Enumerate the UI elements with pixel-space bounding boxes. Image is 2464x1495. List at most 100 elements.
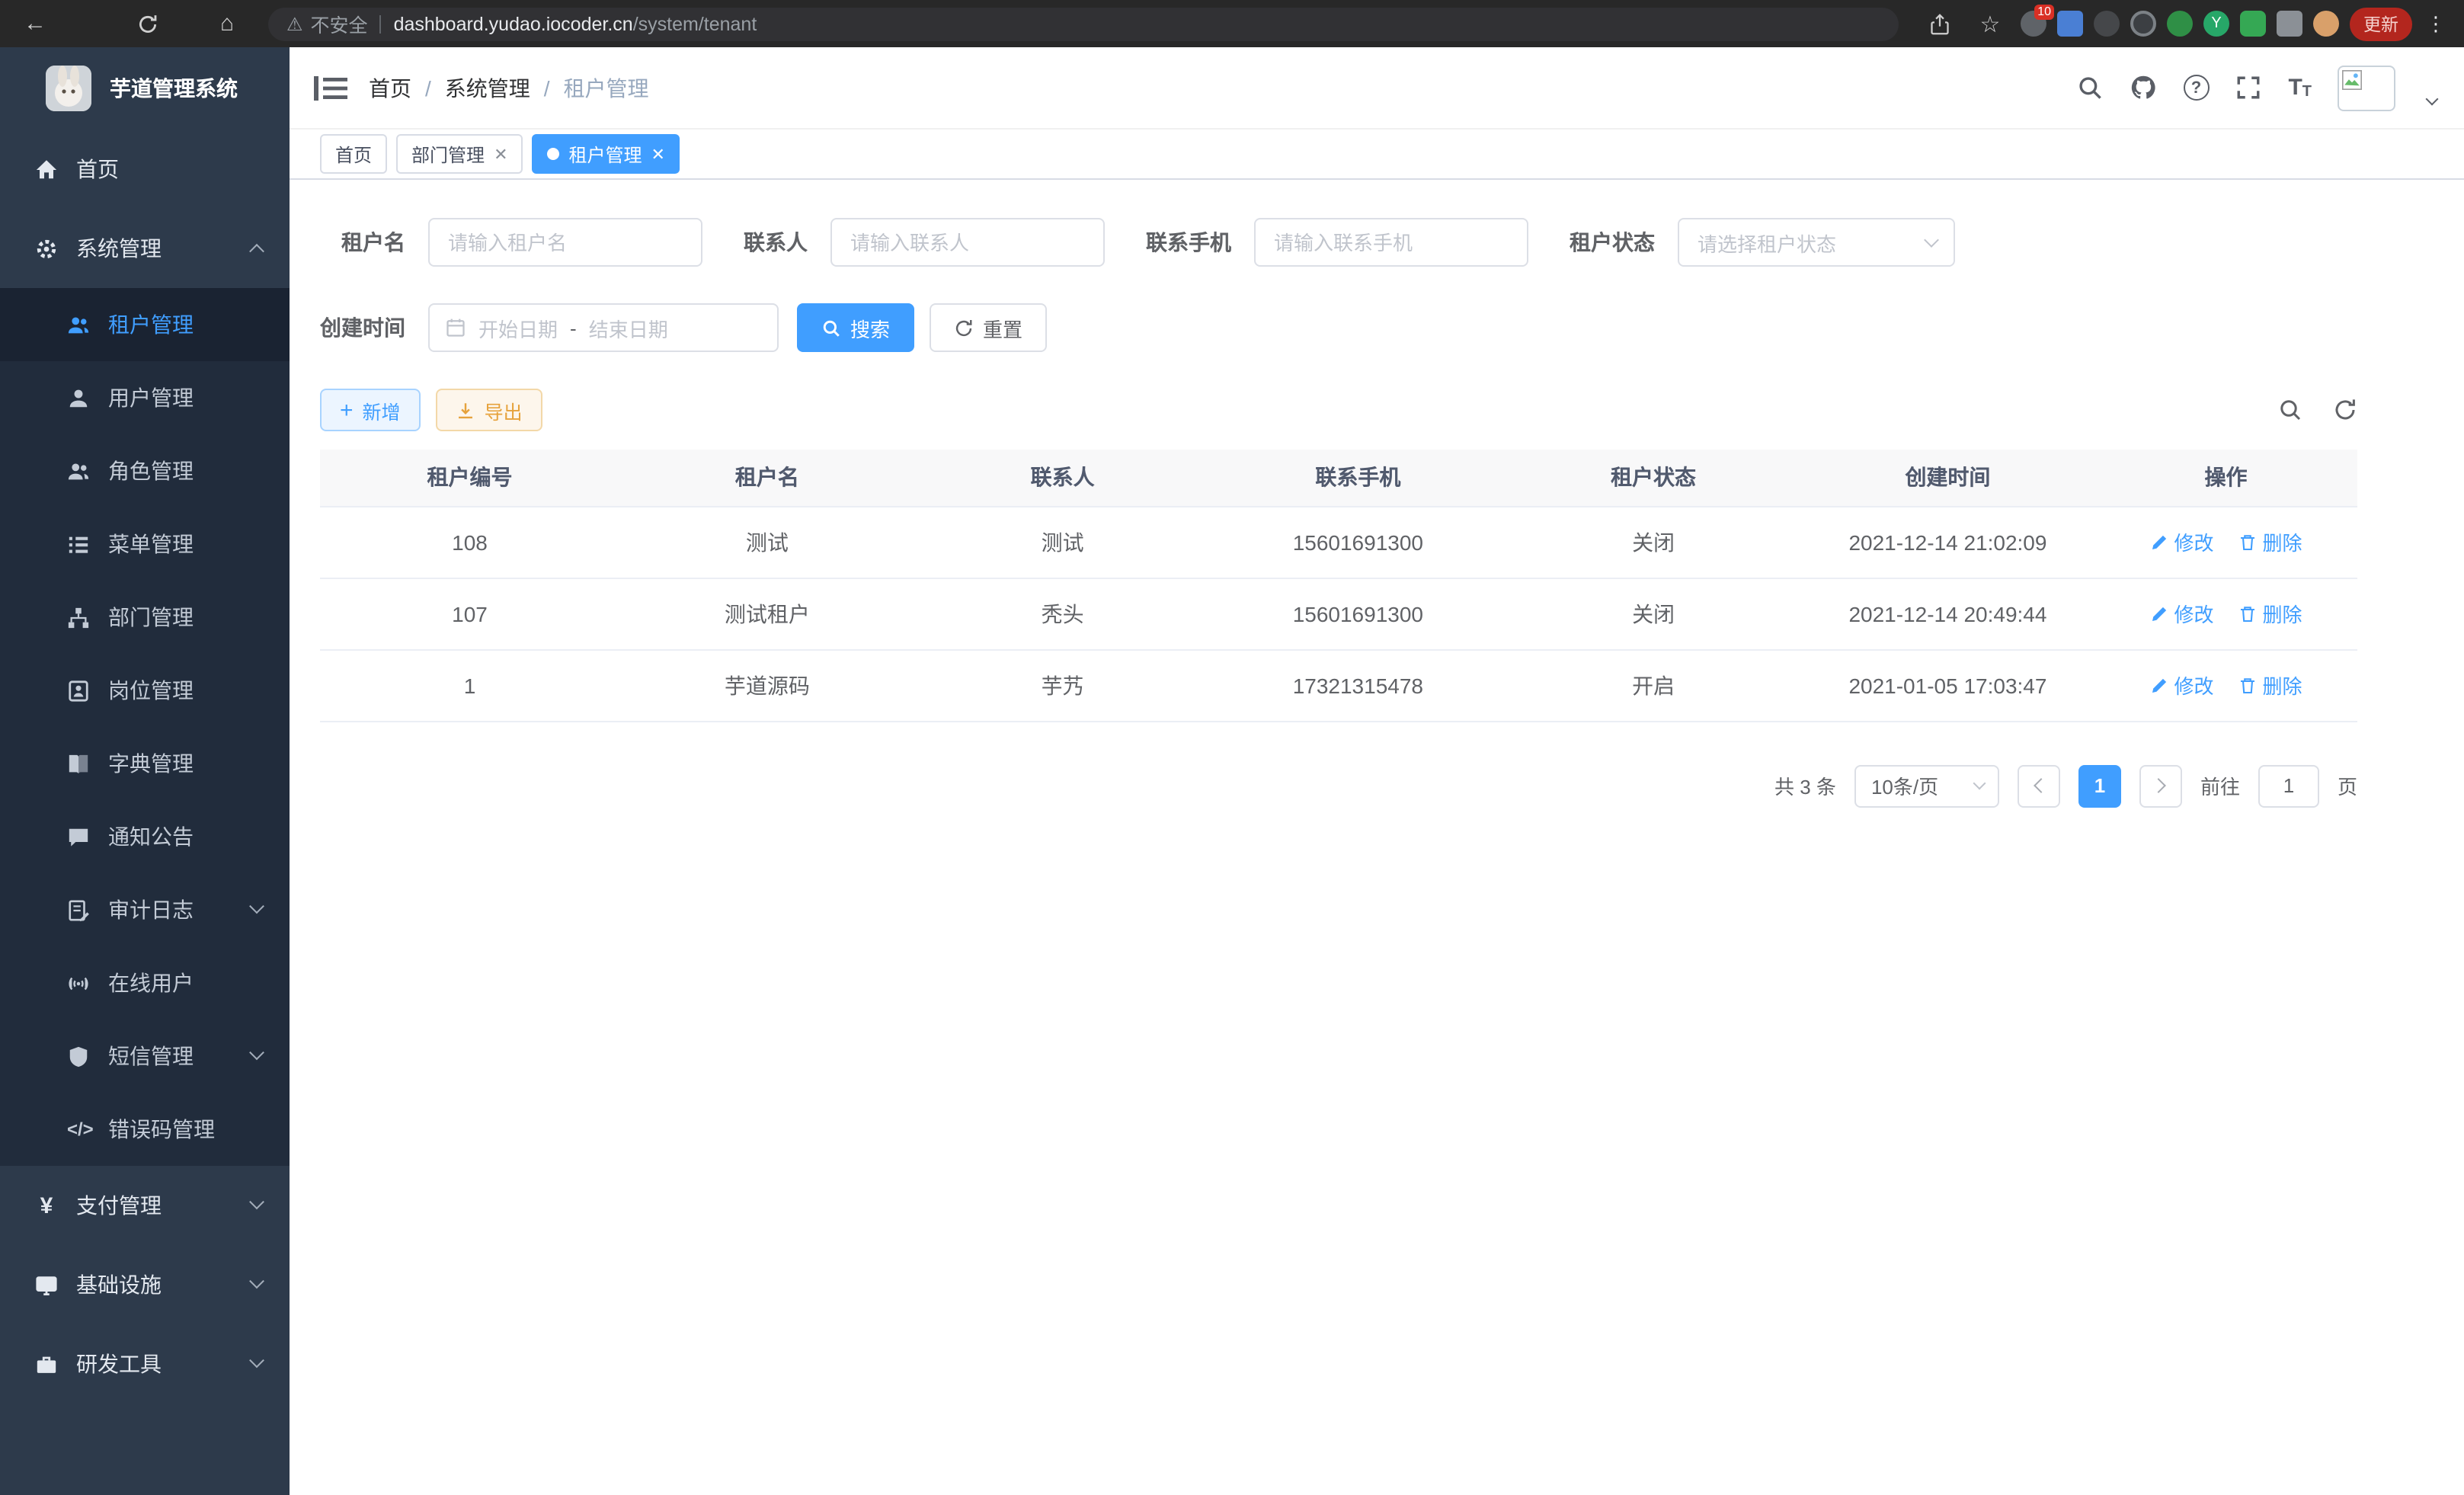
fullscreen-icon[interactable] — [2235, 74, 2262, 101]
edit-icon — [2149, 533, 2168, 551]
cell-contact: 芋艿 — [915, 649, 1211, 721]
refresh-icon — [954, 318, 974, 338]
contact-input[interactable] — [830, 218, 1105, 267]
browser-home-icon[interactable]: ⌂ — [207, 5, 247, 42]
profile-avatar-icon[interactable] — [2313, 11, 2339, 37]
cell-tenant-name: 芋道源码 — [619, 649, 915, 721]
sidebar-item-label: 岗位管理 — [108, 675, 194, 706]
tab-dept[interactable]: 部门管理 ✕ — [396, 134, 523, 174]
sidebar-item-notice[interactable]: 通知公告 — [0, 800, 290, 873]
breadcrumb-home[interactable]: 首页 — [369, 72, 411, 103]
logo: 芋道管理系统 — [0, 47, 290, 130]
sidebar-item-online-users[interactable]: 在线用户 — [0, 946, 290, 1020]
extension-dark-icon[interactable] — [2094, 11, 2120, 37]
puzzle-extensions-icon[interactable] — [2277, 11, 2302, 37]
browser-refresh-icon[interactable] — [128, 5, 168, 42]
extension-blue-icon[interactable] — [2057, 11, 2083, 37]
sidebar-item-label: 错误码管理 — [108, 1114, 215, 1144]
user-avatar[interactable] — [2338, 65, 2395, 110]
button-label: 导出 — [485, 395, 523, 424]
export-button[interactable]: 导出 — [436, 389, 542, 431]
tab-home[interactable]: 首页 — [320, 134, 387, 174]
sidebar-item-home[interactable]: 首页 — [0, 130, 290, 209]
sidebar-item-payment[interactable]: ¥ 支付管理 — [0, 1166, 290, 1245]
search-icon[interactable] — [2076, 74, 2104, 101]
start-date-placeholder: 开始日期 — [478, 313, 558, 342]
filter-row-2: 创建时间 开始日期 - 结束日期 搜索 重置 — [320, 303, 2357, 352]
plus-icon: + — [340, 399, 354, 421]
extension-y-icon[interactable]: Y — [2203, 11, 2229, 37]
download-icon — [456, 400, 475, 420]
delete-link[interactable]: 删除 — [2238, 527, 2302, 556]
table-row: 1 芋道源码 芋艿 17321315478 开启 2021-01-05 17:0… — [320, 649, 2357, 721]
sidebar-item-dict[interactable]: 字典管理 — [0, 727, 290, 800]
page-number-active[interactable]: 1 — [2078, 764, 2121, 807]
filter-status: 租户状态 请选择租户状态 — [1570, 218, 1955, 267]
sidebar-item-system[interactable]: 系统管理 — [0, 209, 290, 288]
font-size-icon[interactable]: TT — [2288, 75, 2312, 101]
close-icon[interactable]: ✕ — [494, 144, 507, 164]
sidebar-item-devtools[interactable]: 研发工具 — [0, 1324, 290, 1404]
button-label: 搜索 — [850, 313, 890, 342]
sidebar-item-menu[interactable]: 菜单管理 — [0, 507, 290, 581]
sidebar-item-user[interactable]: 用户管理 — [0, 361, 290, 434]
sidebar-item-tenant[interactable]: 租户管理 — [0, 288, 290, 361]
delete-link[interactable]: 删除 — [2238, 599, 2302, 628]
delete-label: 删除 — [2262, 671, 2302, 699]
add-button[interactable]: + 新增 — [320, 389, 421, 431]
chevron-down-icon — [249, 1273, 264, 1288]
cell-actions: 修改 删除 — [2094, 506, 2357, 578]
goto-page-input[interactable] — [2258, 764, 2319, 807]
sidebar-item-audit-log[interactable]: 审计日志 — [0, 873, 290, 946]
bookmark-star-icon[interactable]: ☆ — [1970, 5, 2010, 42]
prev-page-button[interactable] — [2018, 764, 2060, 807]
status-select[interactable]: 请选择租户状态 — [1678, 218, 1955, 267]
sidebar-item-dept[interactable]: 部门管理 — [0, 581, 290, 654]
github-icon[interactable] — [2130, 74, 2157, 101]
calendar-icon — [445, 317, 466, 338]
extension-ring-icon[interactable] — [2130, 11, 2156, 37]
date-range-picker[interactable]: 开始日期 - 结束日期 — [428, 303, 779, 352]
sidebar-item-infrastructure[interactable]: 基础设施 — [0, 1245, 290, 1324]
sidebar-item-role[interactable]: 角色管理 — [0, 434, 290, 507]
next-page-button[interactable] — [2139, 764, 2182, 807]
avatar-dropdown-icon[interactable] — [2426, 92, 2439, 105]
chrome-update-button[interactable]: 更新 — [2350, 7, 2412, 40]
tenant-name-input[interactable] — [428, 218, 702, 267]
refresh-table-icon[interactable] — [2333, 398, 2357, 422]
sidebar-collapse-icon[interactable] — [314, 74, 347, 101]
delete-link[interactable]: 删除 — [2238, 671, 2302, 699]
tag-view-bar: 首页 部门管理 ✕ 租户管理 ✕ — [290, 130, 2464, 180]
phone-input[interactable] — [1254, 218, 1528, 267]
page-size-select[interactable]: 10条/页 — [1854, 764, 1999, 807]
extension-grammar-icon[interactable] — [2240, 11, 2266, 37]
cell-created: 2021-01-05 17:03:47 — [1801, 649, 2094, 721]
browser-menu-icon[interactable]: ⋮ — [2423, 11, 2449, 36]
cell-status: 开启 — [1506, 649, 1801, 721]
sidebar-item-error-code[interactable]: </> 错误码管理 — [0, 1093, 290, 1166]
search-button[interactable]: 搜索 — [797, 303, 914, 352]
close-icon[interactable]: ✕ — [651, 144, 665, 164]
column-header: 创建时间 — [1801, 450, 2094, 506]
toggle-search-icon[interactable] — [2278, 398, 2302, 422]
edit-link[interactable]: 修改 — [2149, 527, 2213, 556]
sidebar-item-post[interactable]: 岗位管理 — [0, 654, 290, 727]
share-icon[interactable] — [1920, 5, 1960, 42]
edit-link[interactable]: 修改 — [2149, 671, 2213, 699]
breadcrumb-system[interactable]: 系统管理 — [445, 72, 530, 103]
edit-link[interactable]: 修改 — [2149, 599, 2213, 628]
reset-button[interactable]: 重置 — [930, 303, 1047, 352]
not-secure-icon: ⚠ — [286, 13, 303, 34]
update-label: 更新 — [2363, 11, 2398, 36]
chevron-down-icon — [1973, 777, 1986, 790]
field-label: 联系人 — [744, 227, 808, 258]
extension-colors-icon[interactable]: 10 — [2021, 11, 2046, 37]
help-icon[interactable]: ? — [2183, 75, 2209, 101]
browser-back-icon[interactable]: ← — [15, 5, 55, 42]
delete-label: 删除 — [2262, 527, 2302, 556]
sidebar-item-sms[interactable]: 短信管理 — [0, 1020, 290, 1093]
extension-green-icon[interactable] — [2167, 11, 2193, 37]
url-bar[interactable]: ⚠ 不安全 dashboard.yudao.iocoder.cn/system/… — [268, 7, 1899, 40]
tab-tenant[interactable]: 租户管理 ✕ — [533, 134, 680, 174]
chevron-down-icon — [249, 1352, 264, 1367]
